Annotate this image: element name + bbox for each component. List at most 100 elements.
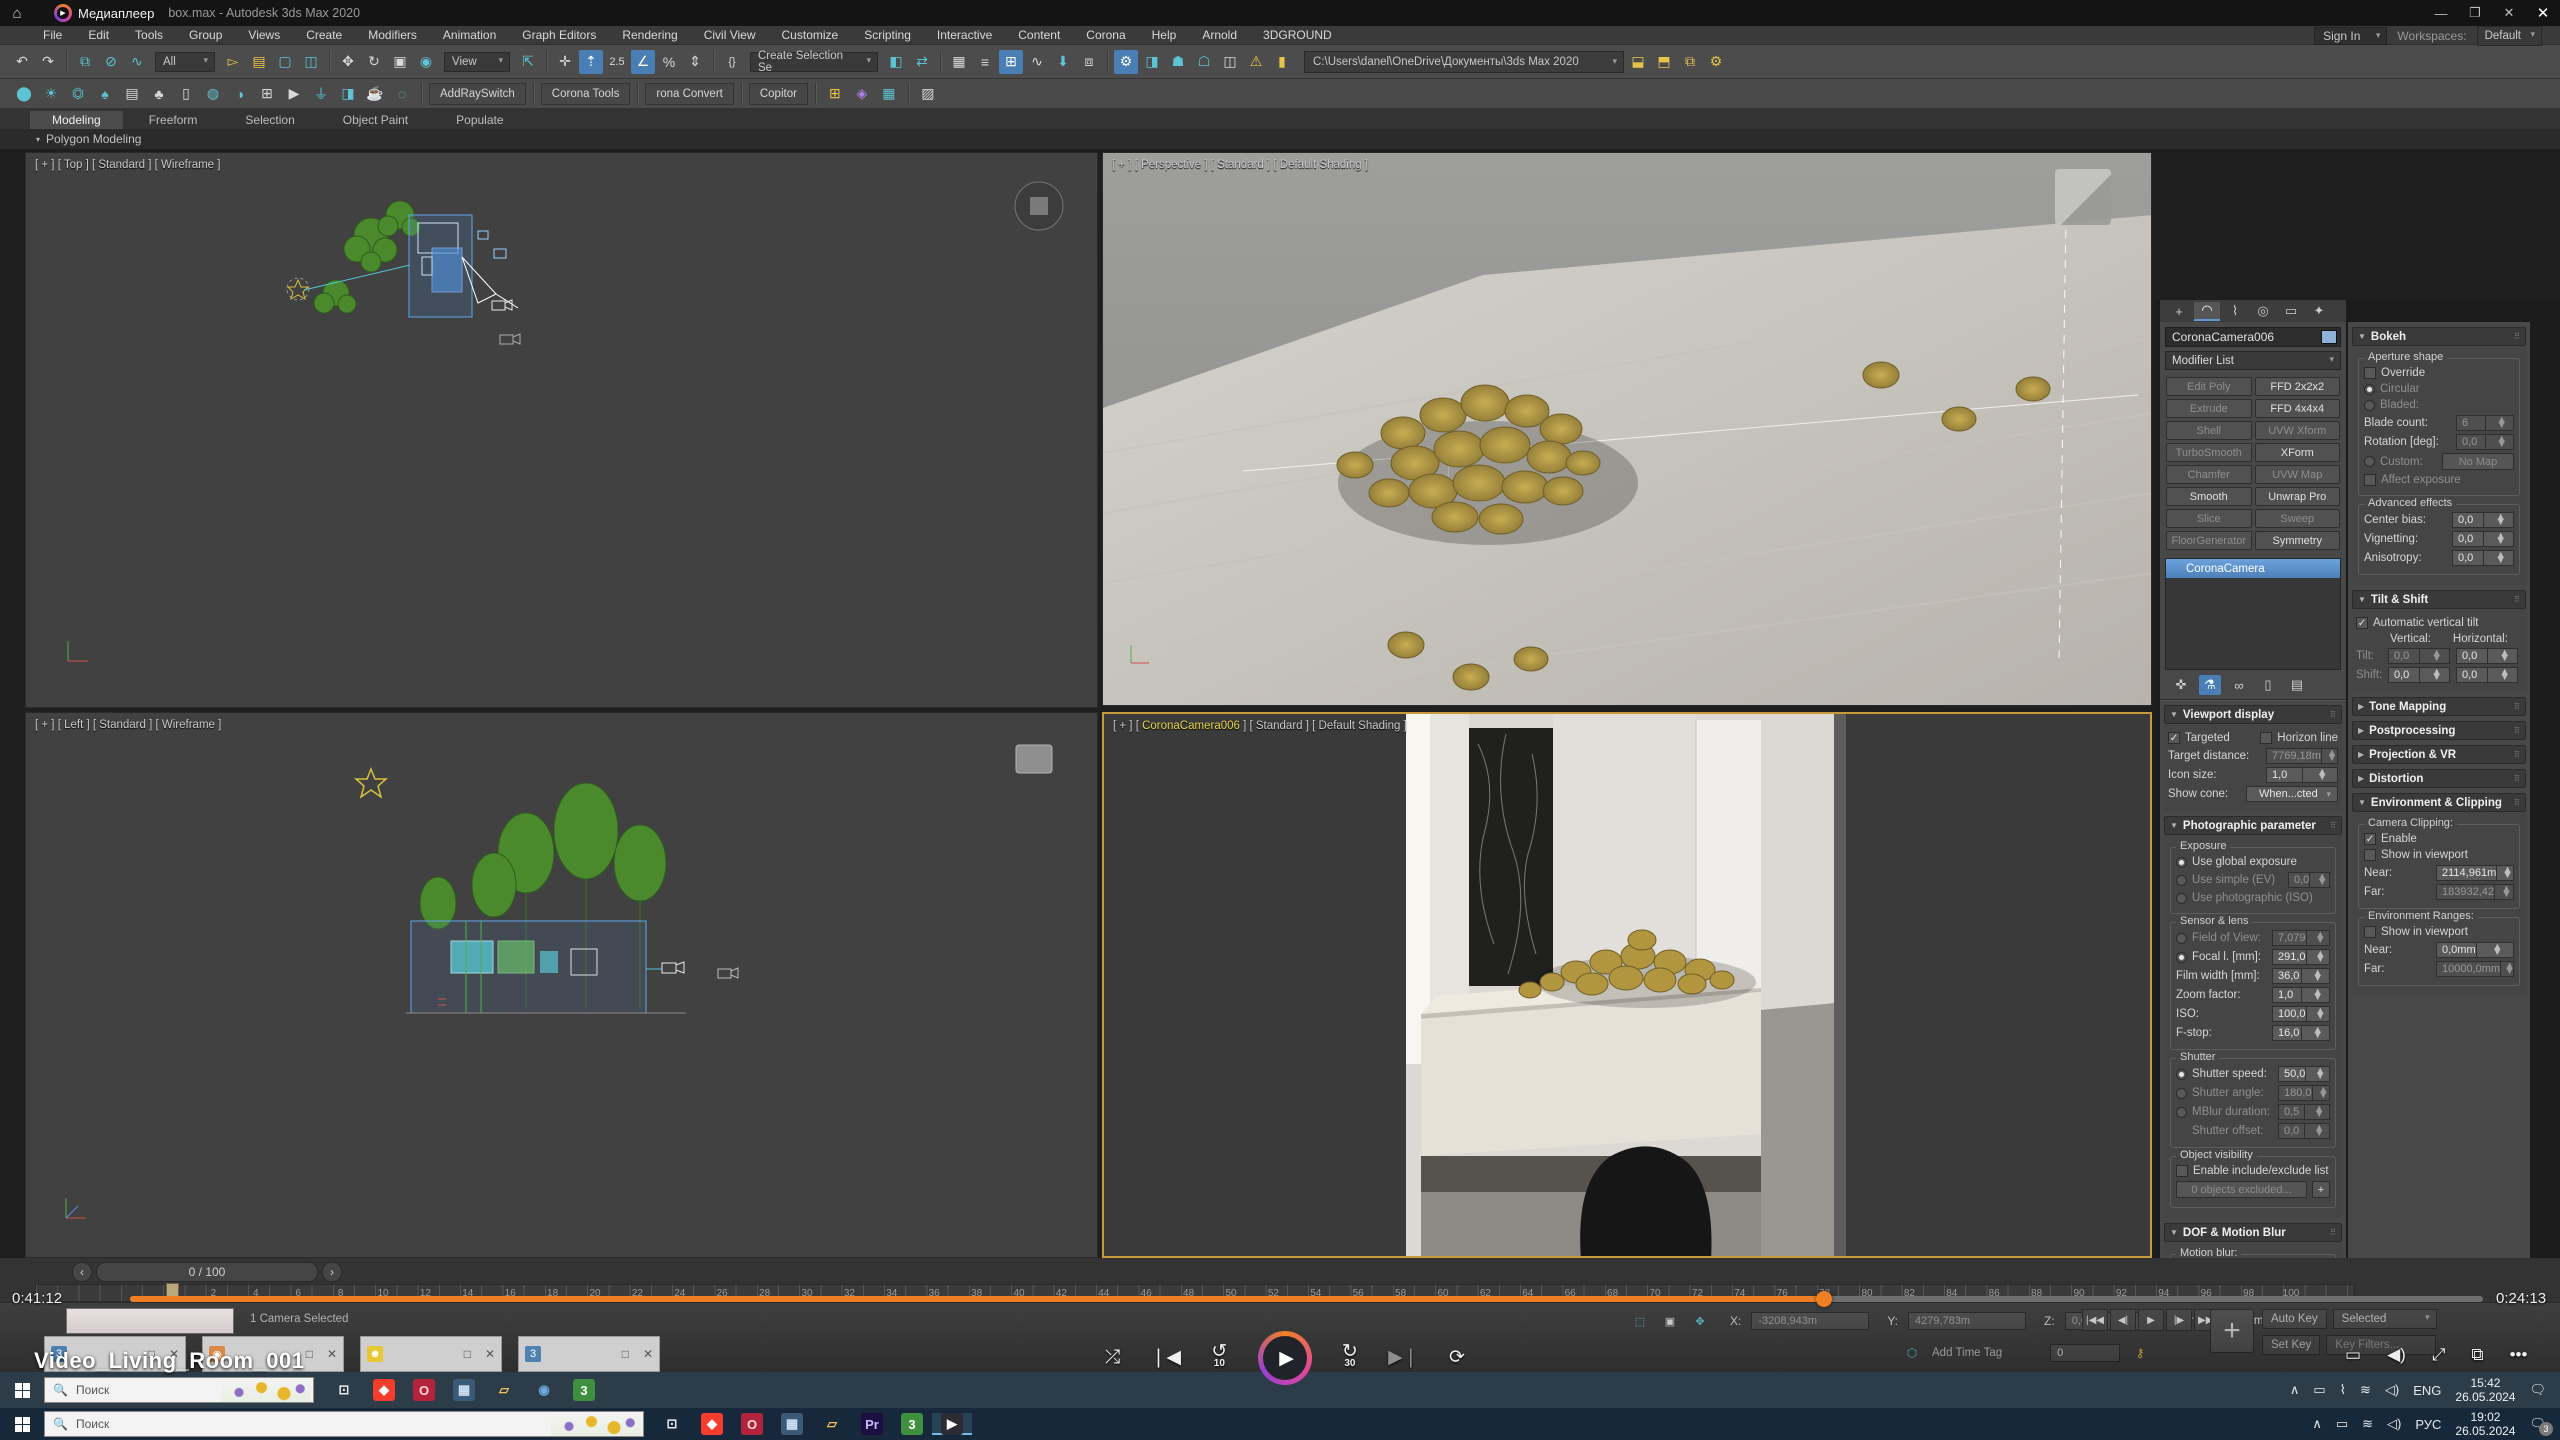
rollout-tilt-shift-header[interactable]: ▼Tilt & Shift⠿ [2352, 590, 2526, 609]
scale-icon[interactable]: ▣ [388, 50, 412, 74]
previous-key-button[interactable]: ◀| [2110, 1309, 2136, 1331]
corona-tools-button[interactable]: Corona Tools [541, 83, 631, 105]
ranges-near-field[interactable]: 0,0mm [2436, 942, 2514, 958]
absolute-mode-icon[interactable]: ✥ [1688, 1309, 1712, 1333]
asset-library-icon[interactable]: ⬓ [1626, 50, 1650, 74]
set-key-button[interactable]: Set Key [2262, 1335, 2320, 1355]
calculator-icon[interactable]: ▦ [772, 1413, 812, 1435]
clipping-far-field[interactable]: 183932,42 [2436, 884, 2514, 900]
minimize-button[interactable]: — [2424, 2, 2458, 24]
add-excluded-button[interactable]: + [2312, 1181, 2330, 1198]
remove-modifier-icon[interactable]: ▯ [2257, 675, 2279, 695]
show-cone-dropdown[interactable]: When...cted [2246, 786, 2338, 802]
modifier-stack-selected[interactable]: CoronaCamera [2166, 559, 2340, 578]
snap-25d-icon[interactable]: 2.5 [605, 50, 629, 74]
rollout-tone-mapping-header[interactable]: ▶Tone Mapping⠿ [2352, 697, 2526, 716]
modifier-button-extrude[interactable]: Extrude [2166, 399, 2252, 418]
corona-scatter-icon[interactable]: ♠ [93, 82, 117, 106]
home-icon[interactable]: ⌂ [0, 0, 34, 26]
shuffle-icon[interactable]: ⤮ [1105, 1352, 1120, 1364]
shutter-speed-radio[interactable] [2176, 1069, 2187, 1080]
opera-icon[interactable]: O [732, 1413, 772, 1435]
shift-vertical-field[interactable]: 0,0 [2388, 667, 2450, 683]
blade-rotation-field[interactable]: 0,0 [2456, 434, 2514, 450]
tray-chevron-icon[interactable]: ∧ [2290, 1382, 2300, 1398]
more-options-icon[interactable]: ••• [2510, 1345, 2528, 1365]
blade-count-field[interactable]: 6 [2456, 415, 2514, 431]
schematic-view-icon[interactable]: ⬇ [1051, 50, 1075, 74]
modifier-button-slice[interactable]: Slice [2166, 509, 2252, 528]
rollout-bokeh-header[interactable]: ▼Bokeh⠿ [2352, 327, 2526, 346]
chrome-icon[interactable]: ◉ [524, 1379, 564, 1401]
targeted-checkbox[interactable] [2168, 732, 2180, 744]
viewport-camera-label[interactable]: [ + ] [ CoronaCamera006 ] [ Standard ] [… [1113, 720, 1407, 732]
file-explorer-icon[interactable]: ▱ [484, 1379, 524, 1401]
selection-lock-icon[interactable]: ▣ [1658, 1309, 1682, 1333]
rewind-10-button[interactable]: ↺10 [1211, 1346, 1227, 1370]
selection-filter-dropdown[interactable]: All [155, 52, 215, 72]
xref-icon[interactable]: ⧈ [1077, 50, 1101, 74]
thumb-maximize-icon[interactable]: □ [464, 1347, 471, 1361]
rollout-photographic-header[interactable]: ▼Photographic parameter⠿ [2164, 816, 2342, 835]
modify-tab-icon[interactable]: ◠ [2194, 302, 2220, 321]
next-frame-button[interactable]: › [322, 1262, 342, 1282]
corona-light-icon[interactable]: ⬤ [12, 82, 36, 106]
redo-icon[interactable]: ↷ [36, 50, 60, 74]
modifier-button-sweep[interactable]: Sweep [2255, 509, 2341, 528]
affect-exposure-checkbox[interactable] [2364, 474, 2376, 486]
menu-edit[interactable]: Edit [75, 26, 122, 44]
fstop-field[interactable]: 16,0 [2272, 1025, 2330, 1041]
fullscreen-icon[interactable]: ⤢ [2432, 1345, 2446, 1365]
next-track-icon[interactable]: ▶❘ [1388, 1352, 1419, 1364]
rollout-distortion-header[interactable]: ▶Distortion⠿ [2352, 769, 2526, 788]
bokeh-bladed-radio[interactable] [2364, 400, 2375, 411]
select-and-place-icon[interactable]: ◉ [414, 50, 438, 74]
clipping-show-viewport-checkbox[interactable] [2364, 849, 2376, 861]
iso-field[interactable]: 100,0 [2272, 1006, 2330, 1022]
snaps-toggle-icon[interactable]: ⇡ [579, 50, 603, 74]
modifier-stack[interactable]: CoronaCamera [2165, 558, 2341, 670]
rendered-frame-window-icon[interactable]: ◨ [1140, 50, 1164, 74]
target-distance-field[interactable]: 7769,18m [2266, 748, 2338, 764]
yandex-icon[interactable]: ◆ [692, 1413, 732, 1435]
menu-tools[interactable]: Tools [122, 26, 176, 44]
bokeh-override-checkbox[interactable] [2364, 367, 2376, 379]
repeat-icon[interactable]: ⟳ [1449, 1352, 1465, 1364]
scene-explorer-icon[interactable]: ≡ [973, 50, 997, 74]
rollout-dof-header[interactable]: ▼DOF & Motion Blur⠿ [2164, 1223, 2342, 1242]
maxscript-mini-listener[interactable] [66, 1308, 234, 1334]
set-keys-button[interactable]: + [2210, 1309, 2254, 1353]
tray-display-icon[interactable]: ▭ [2313, 1382, 2325, 1398]
hatch-box-icon[interactable]: ▨ [916, 82, 940, 106]
rectangular-selection-icon[interactable]: ▢ [273, 50, 297, 74]
bokeh-custom-radio[interactable] [2364, 456, 2375, 467]
use-photographic-iso-radio[interactable] [2176, 893, 2187, 904]
use-pivot-point-icon[interactable]: ⇱ [516, 50, 540, 74]
menu-file[interactable]: File [30, 26, 75, 44]
anisotropy-field[interactable]: 0,0 [2452, 550, 2514, 566]
corona-decal-icon[interactable]: ▯ [174, 82, 198, 106]
menu-views[interactable]: Views [235, 26, 293, 44]
rollout-postprocessing-header[interactable]: ▶Postprocessing⠿ [2352, 721, 2526, 740]
yandex-icon[interactable]: ◆ [364, 1379, 404, 1401]
tray-lang[interactable]: РУС [2415, 1417, 2441, 1432]
show-end-result-icon[interactable]: ⚗ [2199, 675, 2221, 695]
bind-to-space-warp-icon[interactable]: ∿ [125, 50, 149, 74]
window-thumb-smiley[interactable]: ☻□✕ [360, 1336, 502, 1372]
viewport-camera[interactable]: [ + ] [ CoronaCamera006 ] [ Standard ] [… [1102, 712, 2152, 1258]
task-view-icon[interactable]: ⊡ [652, 1413, 692, 1435]
render-setup-icon[interactable]: ⚙ [1114, 50, 1138, 74]
modifier-button-ffd-2x2x2[interactable]: FFD 2x2x2 [2255, 377, 2341, 396]
tilt-horizontal-field[interactable]: 0,0 [2456, 648, 2518, 664]
menu-content[interactable]: Content [1005, 26, 1073, 44]
menu-3dground[interactable]: 3DGROUND [1250, 26, 1345, 44]
tilt-vertical-field[interactable]: 0,0 [2388, 648, 2450, 664]
taskbar-search-box[interactable]: 🔍 Поиск [44, 1411, 644, 1437]
mblur-duration-radio[interactable] [2176, 1107, 2187, 1118]
focal-field[interactable]: 291,0 [2272, 949, 2330, 965]
corona-sun-icon[interactable]: ☀ [39, 82, 63, 106]
ribbon-tab-populate[interactable]: Populate [434, 111, 525, 129]
isolate-selection-icon[interactable]: ⬚ [1628, 1309, 1652, 1333]
window-crossing-icon[interactable]: ◫ [299, 50, 323, 74]
bokeh-circular-radio[interactable] [2364, 384, 2375, 395]
